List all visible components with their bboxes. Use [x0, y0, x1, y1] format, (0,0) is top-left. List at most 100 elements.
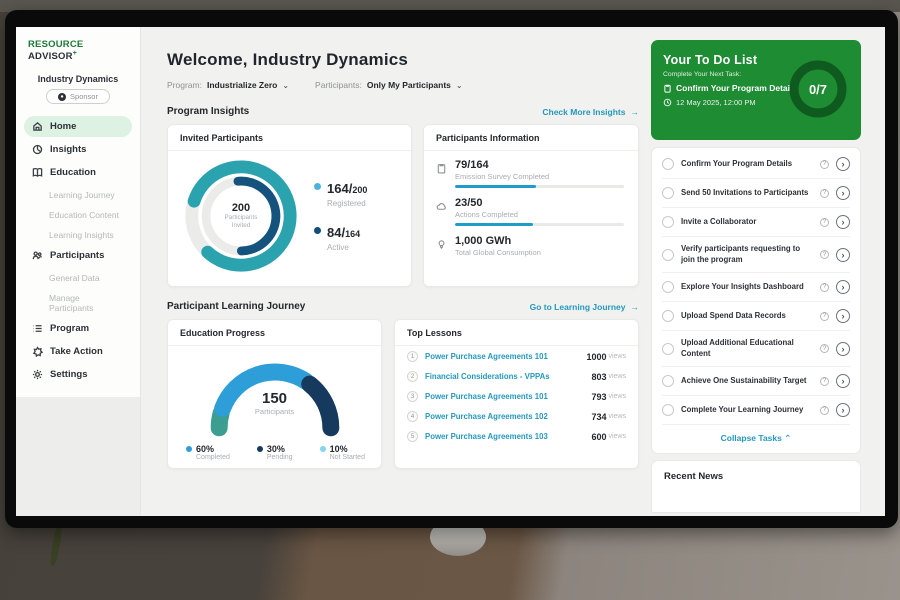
go-to-learning-journey-link[interactable]: Go to Learning Journey →	[530, 302, 639, 312]
task-checkbox[interactable]	[662, 310, 674, 322]
task-checkbox[interactable]	[662, 404, 674, 416]
chevron-right-button[interactable]: ›	[836, 280, 850, 294]
info-card-title: Participants Information	[424, 125, 638, 151]
sidebar-item-general-data[interactable]: General Data	[24, 268, 132, 288]
task-checkbox[interactable]	[662, 216, 674, 228]
consumption-stat: 1,000 GWh Total Global Consumption	[436, 235, 624, 261]
task-label: Upload Additional Educational Content	[681, 338, 813, 359]
chevron-right-button[interactable]: ›	[836, 309, 850, 323]
bulb-icon	[436, 239, 447, 250]
sidebar-item-label: Settings	[50, 369, 87, 380]
consumption-label: Total Global Consumption	[455, 248, 624, 257]
lesson-rank: 3	[407, 391, 418, 402]
help-icon[interactable]: ?	[820, 218, 829, 227]
chevron-right-button[interactable]: ›	[836, 186, 850, 200]
active-dot-icon	[314, 227, 321, 234]
task-row: Explore Your Insights Dashboard ? ›	[662, 273, 850, 302]
lesson-link[interactable]: Power Purchase Agreements 102	[425, 412, 591, 421]
help-icon[interactable]: ?	[820, 344, 829, 353]
lesson-views: 793	[591, 392, 606, 402]
sidebar-item-learning-insights[interactable]: Learning Insights	[24, 225, 132, 245]
recent-news-title: Recent News	[664, 471, 848, 482]
help-icon[interactable]: ?	[820, 406, 829, 415]
registered-total: 200	[352, 185, 367, 195]
lesson-link[interactable]: Power Purchase Agreements 103	[425, 432, 591, 441]
task-row: Upload Additional Educational Content ? …	[662, 331, 850, 367]
lesson-rank: 1	[407, 351, 418, 362]
sidebar-item-education[interactable]: Education	[24, 162, 132, 183]
sidebar-item-take-action[interactable]: Take Action	[24, 341, 132, 362]
not-started-pct: 10%	[330, 444, 365, 454]
chevron-right-button[interactable]: ›	[836, 342, 850, 356]
chevron-right-button[interactable]: ›	[836, 403, 850, 417]
lesson-row: 2 Financial Considerations - VPPAs 803 v…	[395, 366, 638, 386]
program-filter-value[interactable]: Industrialize Zero	[207, 80, 277, 90]
list-icon	[32, 323, 43, 334]
completed-pct: 60%	[196, 444, 230, 454]
active-value: 84/	[327, 225, 345, 240]
sidebar-item-settings[interactable]: Settings	[24, 364, 132, 385]
sponsor-badge-label: Sponsor	[70, 92, 98, 101]
lesson-link[interactable]: Power Purchase Agreements 101	[425, 392, 591, 401]
sidebar-item-insights[interactable]: Insights	[24, 139, 132, 160]
chevron-right-button[interactable]: ›	[836, 157, 850, 171]
chevron-right-button[interactable]: ›	[836, 374, 850, 388]
dashboard-screen: RESOURCE ADVISOR+ Industry Dynamics ● Sp…	[16, 27, 885, 516]
clipboard-icon	[663, 84, 672, 93]
clock-icon	[663, 98, 672, 107]
top-lessons-card: Top Lessons 1 Power Purchase Agreements …	[394, 319, 639, 469]
task-label: Verify participants requesting to join t…	[681, 244, 813, 265]
participants-information-card: Participants Information 79/164 Emission…	[423, 124, 639, 287]
todo-progress-label: 0/7	[785, 56, 851, 122]
actions-completed-label: Actions Completed	[455, 210, 624, 219]
sidebar-item-home[interactable]: Home	[24, 116, 132, 137]
sidebar-item-learning-journey[interactable]: Learning Journey	[24, 185, 132, 205]
collapse-tasks-label: Collapse Tasks	[721, 433, 782, 443]
chevron-right-button[interactable]: ›	[836, 215, 850, 229]
emission-survey-value: 79/164	[455, 159, 624, 171]
lesson-row: 3 Power Purchase Agreements 101 793 view…	[395, 386, 638, 406]
task-label: Invite a Collaborator	[681, 217, 813, 228]
sidebar-item-manage-participants[interactable]: Manage Participants	[24, 288, 132, 318]
task-checkbox[interactable]	[662, 281, 674, 293]
gear-icon	[32, 369, 43, 380]
chevron-down-icon[interactable]: ⌄	[456, 81, 463, 90]
sidebar-item-label: Participants	[50, 250, 104, 261]
help-icon[interactable]: ?	[820, 189, 829, 198]
completed-caption: Completed	[196, 454, 230, 461]
task-checkbox[interactable]	[662, 187, 674, 199]
task-row: Send 50 Invitations to Participants ? ›	[662, 179, 850, 208]
clipboard-icon	[436, 163, 447, 174]
help-icon[interactable]: ?	[820, 160, 829, 169]
help-icon[interactable]: ?	[820, 250, 829, 259]
lesson-link[interactable]: Power Purchase Agreements 101	[425, 352, 586, 361]
task-row: Complete Your Learning Journey ? ›	[662, 396, 850, 425]
sidebar-item-label: Insights	[50, 144, 86, 155]
gauge-caption: Participants	[185, 407, 365, 416]
actions-completed-bar	[455, 223, 624, 226]
chevron-down-icon[interactable]: ⌄	[282, 81, 289, 90]
lesson-link[interactable]: Financial Considerations - VPPAs	[425, 372, 591, 381]
legend-active: 84/164 Active	[314, 224, 367, 252]
sidebar-item-education-content[interactable]: Education Content	[24, 205, 132, 225]
sidebar-item-participants[interactable]: Participants	[24, 245, 132, 266]
invited-total: 200	[232, 202, 250, 214]
collapse-tasks-link[interactable]: Collapse Tasks ⌃	[662, 425, 850, 449]
cloud-icon	[436, 201, 447, 212]
check-more-insights-link[interactable]: Check More Insights →	[542, 107, 639, 117]
actions-completed-stat: 23/50 Actions Completed	[436, 197, 624, 226]
task-checkbox[interactable]	[662, 343, 674, 355]
task-checkbox[interactable]	[662, 249, 674, 261]
sidebar-item-program[interactable]: Program	[24, 318, 132, 339]
home-icon	[32, 121, 43, 132]
task-checkbox[interactable]	[662, 158, 674, 170]
help-icon[interactable]: ?	[820, 377, 829, 386]
invited-card-title: Invited Participants	[168, 125, 411, 151]
participants-filter-value[interactable]: Only My Participants	[367, 80, 451, 90]
task-checkbox[interactable]	[662, 375, 674, 387]
chevron-right-button[interactable]: ›	[836, 248, 850, 262]
gauge-value: 150	[185, 390, 365, 407]
help-icon[interactable]: ?	[820, 283, 829, 292]
views-suffix: views	[608, 413, 626, 420]
help-icon[interactable]: ?	[820, 312, 829, 321]
